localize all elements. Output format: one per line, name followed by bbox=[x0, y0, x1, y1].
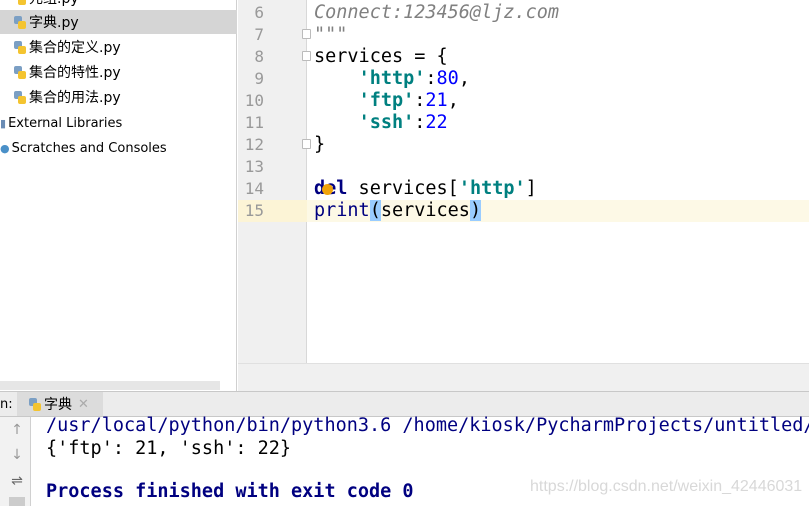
string-literal: 'ssh' bbox=[358, 112, 415, 133]
file-label: 字典.py bbox=[29, 15, 79, 31]
console-exit-message: Process finished with exit code 0 bbox=[46, 481, 414, 502]
item-label: Scratches and Consoles bbox=[11, 140, 167, 156]
python-file-icon bbox=[14, 90, 26, 104]
code-text: services[ bbox=[347, 178, 459, 199]
code-line[interactable]: Connect:123456@ljz.com bbox=[314, 2, 559, 24]
console-output: {'ftp': 21, 'ssh': 22} bbox=[46, 438, 292, 459]
fold-marker-icon[interactable] bbox=[302, 29, 311, 39]
run-label: n: bbox=[0, 397, 13, 412]
line-number: 14 bbox=[244, 179, 264, 198]
file-label: 集合的定义.py bbox=[29, 40, 121, 56]
file-item[interactable]: 集合的定义.py bbox=[0, 35, 237, 59]
code-line[interactable]: 'http':80, bbox=[314, 68, 470, 90]
fold-marker-icon[interactable] bbox=[302, 139, 311, 149]
close-icon[interactable]: ✕ bbox=[78, 397, 89, 412]
down-arrow-icon[interactable]: ↓ bbox=[9, 447, 25, 463]
fold-marker-icon[interactable] bbox=[302, 51, 311, 61]
line-number: 12 bbox=[244, 135, 264, 154]
line-number: 8 bbox=[254, 47, 264, 66]
run-toolbar: ↑ ↓ ⇌ bbox=[0, 417, 31, 506]
project-panel: 元组.py 字典.py 集合的定义.py 集合的特性.py 集合的用法.py ▮… bbox=[0, 0, 237, 391]
line-number: 15 bbox=[244, 201, 264, 220]
code-line[interactable]: 'ftp':21, bbox=[314, 90, 459, 112]
code-text: ] bbox=[525, 178, 537, 199]
python-icon bbox=[29, 397, 41, 411]
file-label: 集合的用法.py bbox=[29, 90, 121, 106]
code-line[interactable]: } bbox=[314, 134, 325, 156]
item-label: External Libraries bbox=[8, 115, 123, 131]
file-item[interactable]: 元组.py bbox=[0, 0, 237, 10]
file-label: 元组.py bbox=[29, 0, 79, 8]
intention-bulb-icon[interactable] bbox=[322, 184, 333, 195]
code-line[interactable]: """ bbox=[314, 24, 347, 46]
python-file-icon bbox=[14, 15, 26, 29]
scratches-item[interactable]: ● Scratches and Consoles bbox=[0, 136, 237, 160]
console-command-line: /usr/local/python/bin/python3.6 /home/ki… bbox=[46, 415, 809, 436]
editor-horizontal-scrollbar[interactable] bbox=[238, 363, 809, 391]
number-literal: 22 bbox=[425, 112, 448, 133]
file-label: 集合的特性.py bbox=[29, 65, 121, 81]
line-number: 11 bbox=[244, 113, 264, 132]
code-line[interactable]: del services['http'] bbox=[314, 178, 537, 200]
builtin-function: print bbox=[314, 200, 370, 221]
scratches-icon: ● bbox=[0, 141, 10, 155]
number-literal: 21 bbox=[425, 90, 448, 111]
python-file-icon bbox=[14, 40, 26, 54]
library-icon: ▮ bbox=[0, 116, 7, 130]
string-literal: 'http' bbox=[458, 178, 526, 199]
run-tab-label: 字典 bbox=[44, 397, 72, 413]
string-literal: 'http' bbox=[358, 68, 426, 89]
project-horizontal-scrollbar[interactable] bbox=[0, 381, 220, 390]
file-item[interactable]: 集合的特性.py bbox=[0, 60, 237, 84]
line-number: 10 bbox=[244, 91, 264, 110]
code-line[interactable]: 'ssh':22 bbox=[314, 112, 448, 134]
string-literal: 'ftp' bbox=[358, 90, 415, 111]
soft-wrap-icon[interactable]: ⇌ bbox=[9, 473, 25, 489]
number-literal: 80 bbox=[436, 68, 459, 89]
up-arrow-icon[interactable]: ↑ bbox=[9, 422, 25, 438]
python-file-icon bbox=[14, 0, 26, 5]
file-item-selected[interactable]: 字典.py bbox=[0, 10, 237, 34]
scroll-to-end-icon[interactable] bbox=[9, 497, 25, 506]
python-file-icon bbox=[14, 65, 26, 79]
code-line[interactable]: services = { bbox=[314, 46, 448, 68]
external-libraries-item[interactable]: ▮ External Libraries bbox=[0, 111, 237, 135]
file-item[interactable]: 集合的用法.py bbox=[0, 85, 237, 109]
code-text: services bbox=[380, 200, 470, 221]
line-number: 9 bbox=[254, 69, 264, 88]
code-line[interactable]: print(services) bbox=[314, 200, 482, 222]
line-number: 7 bbox=[254, 25, 264, 44]
run-tab[interactable]: 字典 ✕ bbox=[17, 392, 103, 416]
run-tab-bar: n: 字典 ✕ bbox=[0, 391, 809, 417]
line-number: 6 bbox=[254, 3, 264, 22]
line-number: 13 bbox=[244, 157, 264, 176]
watermark: https://blog.csdn.net/weixin_42446031 bbox=[530, 478, 803, 495]
